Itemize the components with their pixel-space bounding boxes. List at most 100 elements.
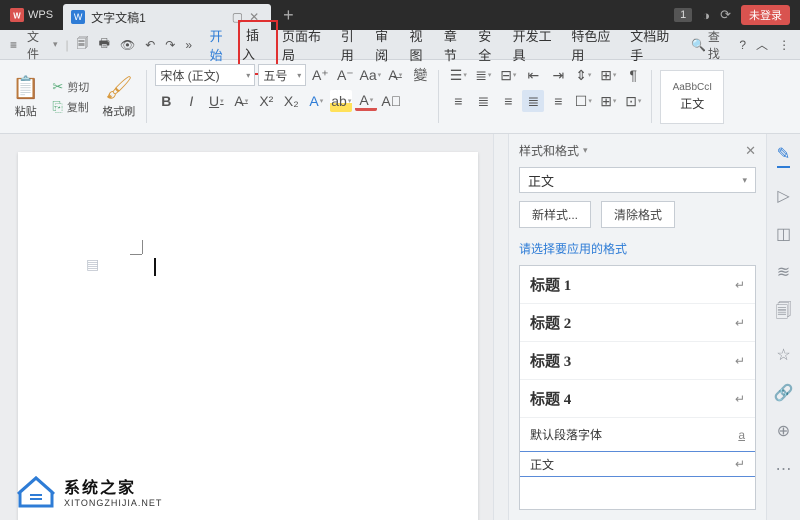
- qat-print-icon[interactable]: 🖶: [95, 32, 114, 57]
- format-painter-icon: 🖌: [105, 75, 133, 101]
- ribbon-group-clipboard: 📋 粘贴 ✂剪切 ⎘复制 🖌 格式刷: [0, 60, 147, 133]
- file-menu[interactable]: 文件▾: [23, 26, 62, 64]
- phonetic-icon[interactable]: 變: [409, 64, 431, 86]
- font-name-select[interactable]: 宋体 (正文)▾: [155, 64, 255, 86]
- workspace: ▤ 系统之家 XITONGZHIJIA.NET 样式和格式 ▾ ✕ 正文▾ 新样…: [0, 134, 800, 520]
- align-right-icon[interactable]: ≡: [497, 90, 519, 112]
- styles-panel: 样式和格式 ▾ ✕ 正文▾ 新样式... 清除格式 请选择要应用的格式 标题 1…: [508, 134, 766, 520]
- qat-save-icon[interactable]: 🗐: [73, 32, 93, 57]
- align-justify-icon[interactable]: ≣: [522, 90, 544, 112]
- rail-styles-icon[interactable]: ✎: [777, 144, 790, 168]
- collapse-ribbon-icon[interactable]: ︿: [752, 34, 772, 55]
- current-style-select[interactable]: 正文▾: [519, 167, 756, 193]
- qat-preview-icon[interactable]: 👁: [116, 36, 139, 54]
- style-preview[interactable]: AaBbCcI 正文: [660, 70, 724, 124]
- ribbon: 📋 粘贴 ✂剪切 ⎘复制 🖌 格式刷 宋体 (正文)▾ 五号▾ A⁺ A⁻ Aa…: [0, 60, 800, 134]
- style-list: 标题 1↵ 标题 2↵ 标题 3↵ 标题 4↵ 默认段落字体a 正文↵: [519, 265, 756, 510]
- style-item-body[interactable]: 正文↵: [519, 451, 756, 477]
- menu-dropdown-icon[interactable]: ≡: [6, 36, 21, 54]
- align-distribute-icon[interactable]: ≡: [547, 90, 569, 112]
- panel-title: 样式和格式: [519, 142, 579, 159]
- rail-cloud-icon[interactable]: ⊕: [777, 421, 790, 441]
- rail-clipboard-icon[interactable]: 🗐: [776, 300, 792, 327]
- highlight-icon[interactable]: ab: [330, 90, 352, 112]
- wps-logo-icon: W: [10, 8, 24, 22]
- vertical-scrollbar[interactable]: [493, 134, 508, 520]
- bold-icon[interactable]: B: [155, 90, 177, 112]
- strikethrough-icon[interactable]: A̶: [230, 90, 252, 112]
- menu-overflow-icon[interactable]: ⋮: [774, 36, 794, 54]
- style-item-h2[interactable]: 标题 2↵: [520, 304, 755, 342]
- increase-indent-icon[interactable]: ⇥: [547, 64, 569, 86]
- decrease-indent-icon[interactable]: ⇤: [522, 64, 544, 86]
- page-margin-icon: ▤: [86, 256, 99, 273]
- ribbon-group-font: 宋体 (正文)▾ 五号▾ A⁺ A⁻ Aa A̶ 變 B I U A̶ X² X…: [147, 60, 439, 133]
- menu-row: ≡ 文件▾ | 🗐 🖶 👁 ↶ ↷ » 开始 插入 页面布局 引用 审阅 视图 …: [0, 30, 800, 60]
- titlebar-right: 1 ◑ ⟳ 未登录: [674, 5, 800, 25]
- menu-more-icon[interactable]: ?: [735, 36, 750, 54]
- font-size-select[interactable]: 五号▾: [258, 64, 306, 86]
- shrink-font-icon[interactable]: A⁻: [334, 64, 356, 86]
- align-left-icon[interactable]: ≡: [447, 90, 469, 112]
- multilevel-icon[interactable]: ⊟: [497, 64, 519, 86]
- char-border-icon[interactable]: A⃞: [380, 90, 402, 112]
- sort-icon[interactable]: ⊞: [597, 64, 619, 86]
- rail-star-icon[interactable]: ☆: [776, 345, 790, 365]
- superscript-icon[interactable]: X²: [255, 90, 277, 112]
- paste-icon: 📋: [12, 75, 39, 101]
- copy-icon: ⎘: [52, 99, 62, 115]
- style-item-h4[interactable]: 标题 4↵: [520, 380, 755, 418]
- ribbon-group-paragraph: ☰ ≣ ⊟ ⇤ ⇥ ⇕ ⊞ ¶ ≡ ≣ ≡ ≣ ≡ ☐ ⊞ ⊡: [439, 60, 652, 133]
- login-button[interactable]: 未登录: [741, 5, 790, 25]
- style-item-default-font[interactable]: 默认段落字体a: [520, 418, 755, 452]
- copy-button[interactable]: ⎘复制: [49, 98, 92, 116]
- style-item-h3[interactable]: 标题 3↵: [520, 342, 755, 380]
- align-center-icon[interactable]: ≣: [472, 90, 494, 112]
- qat-more-icon[interactable]: »: [181, 36, 196, 54]
- numbering-icon[interactable]: ≣: [472, 64, 494, 86]
- italic-icon[interactable]: I: [180, 90, 202, 112]
- app-name: WPS: [28, 9, 53, 21]
- panel-close-icon[interactable]: ✕: [745, 143, 756, 159]
- right-rail: ✎ ▷ ◫ ≋ 🗐 ☆ 🔗 ⊕ ⋯: [766, 134, 800, 520]
- para-shading-icon[interactable]: ☐: [572, 90, 594, 112]
- clear-format-button[interactable]: 清除格式: [601, 201, 675, 228]
- panel-hint: 请选择要应用的格式: [519, 240, 756, 257]
- format-painter-button[interactable]: 🖌 格式刷: [98, 71, 139, 123]
- font-color-icon[interactable]: A: [355, 92, 377, 111]
- rail-settings-icon[interactable]: ≋: [777, 262, 790, 282]
- tabs-icon[interactable]: ⊡: [622, 90, 644, 112]
- rail-shape-icon[interactable]: ◫: [776, 224, 791, 244]
- doc-type-icon: W: [71, 10, 85, 24]
- watermark-logo: 系统之家 XITONGZHIJIA.NET: [16, 474, 162, 508]
- cut-button[interactable]: ✂剪切: [49, 78, 92, 96]
- panel-header: 样式和格式 ▾ ✕: [519, 142, 756, 159]
- clear-format-icon[interactable]: A̶: [384, 64, 406, 86]
- change-case-icon[interactable]: Aa: [359, 64, 381, 86]
- doc-title: 文字文稿1: [91, 9, 146, 26]
- underline-icon[interactable]: U: [205, 90, 227, 112]
- rail-link-icon[interactable]: 🔗: [774, 383, 794, 403]
- paste-button[interactable]: 📋 粘贴: [8, 71, 43, 123]
- style-item-h1[interactable]: 标题 1↵: [520, 266, 755, 304]
- rail-more-icon[interactable]: ⋯: [776, 459, 792, 479]
- find-button[interactable]: 🔍 查找: [687, 26, 733, 64]
- rail-select-icon[interactable]: ▷: [777, 186, 789, 206]
- new-style-button[interactable]: 新样式...: [519, 201, 591, 228]
- document-area[interactable]: ▤ 系统之家 XITONGZHIJIA.NET: [0, 134, 493, 520]
- ribbon-group-styles: AaBbCcI 正文: [652, 60, 732, 133]
- line-spacing-icon[interactable]: ⇕: [572, 64, 594, 86]
- borders-icon[interactable]: ⊞: [597, 90, 619, 112]
- text-effects-icon[interactable]: A: [305, 90, 327, 112]
- grow-font-icon[interactable]: A⁺: [309, 64, 331, 86]
- svg-text:W: W: [13, 12, 21, 21]
- qat-redo-icon[interactable]: ↷: [161, 36, 179, 54]
- page[interactable]: ▤: [18, 152, 478, 520]
- cloud-icon[interactable]: ⟳: [720, 7, 731, 23]
- qat-undo-icon[interactable]: ↶: [141, 36, 159, 54]
- subscript-icon[interactable]: X₂: [280, 90, 302, 112]
- bullets-icon[interactable]: ☰: [447, 64, 469, 86]
- show-marks-icon[interactable]: ¶: [622, 64, 644, 86]
- cut-icon: ✂: [52, 79, 63, 95]
- skin-icon[interactable]: ◑: [702, 8, 710, 23]
